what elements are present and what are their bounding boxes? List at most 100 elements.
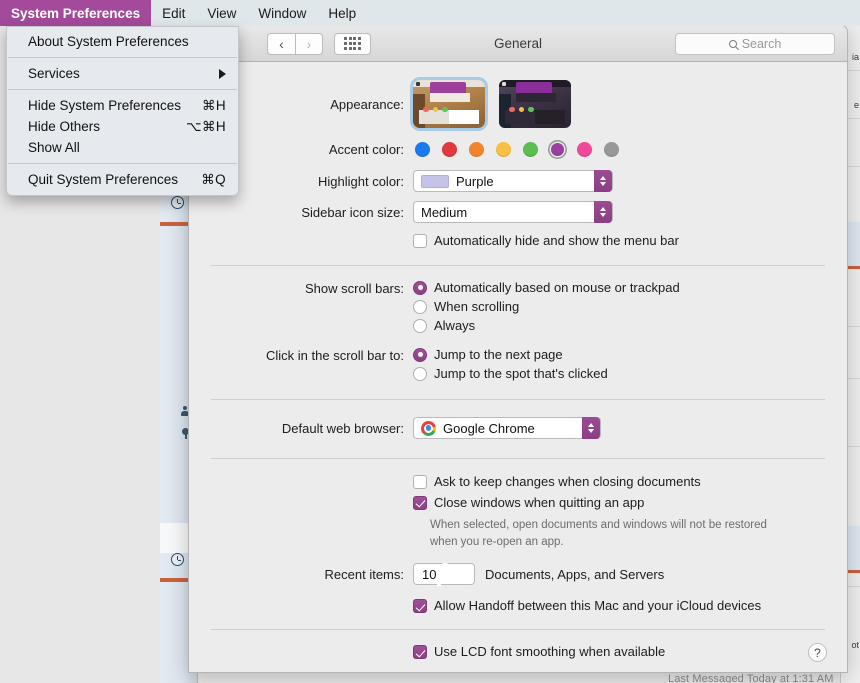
recent-items-suffix: Documents, Apps, and Servers: [485, 566, 665, 582]
chevron-updown-icon[interactable]: [594, 170, 612, 192]
show-scrollbars-option-label: Automatically based on mouse or trackpad: [434, 280, 680, 295]
default-browser-label: Default web browser:: [281, 420, 404, 436]
accent-swatch-orange[interactable]: [467, 140, 486, 159]
menu-item-hide-system-preferences[interactable]: Hide System Preferences ⌘H: [7, 95, 238, 116]
system-preferences-menu: About System Preferences Services Hide S…: [6, 26, 239, 196]
menu-item-show-all[interactable]: Show All: [7, 137, 238, 158]
accent-swatch-green[interactable]: [521, 140, 540, 159]
accent-color-label: Accent color:: [328, 142, 404, 157]
highlight-color-label: Highlight color:: [318, 173, 404, 189]
chrome-icon: [421, 420, 436, 436]
show-scrollbars-radio-group: Automatically based on mouse or trackpad…: [413, 280, 680, 333]
menubar-item-edit[interactable]: Edit: [151, 0, 196, 26]
accent-swatch-graphite[interactable]: [602, 140, 621, 159]
chevron-updown-icon[interactable]: [436, 562, 449, 586]
sidebar-icon-size-label: Sidebar icon size:: [301, 204, 404, 220]
divider: [211, 458, 825, 459]
appearance-option-light[interactable]: [413, 80, 485, 128]
close-windows-hint: When selected, open documents and window…: [430, 519, 767, 548]
accent-color-row: Accent color:: [211, 140, 825, 159]
menu-item-quit[interactable]: Quit System Preferences ⌘Q: [7, 169, 238, 190]
shortcut-label: ⌥⌘H: [185, 118, 226, 134]
menubar-item-view[interactable]: View: [196, 0, 247, 26]
radio-button: [413, 347, 427, 362]
accent-swatch-yellow[interactable]: [494, 140, 513, 159]
accent-swatch-pink[interactable]: [575, 140, 594, 159]
menubar-item-window[interactable]: Window: [247, 0, 317, 26]
accent-swatch-red[interactable]: [440, 140, 459, 159]
default-browser-row: Default web browser: Google Chrome: [211, 417, 825, 439]
menubar-item-help[interactable]: Help: [317, 0, 367, 26]
swatch-fill: [604, 142, 619, 157]
swatch-fill: [496, 142, 511, 157]
menubar-item-system-preferences[interactable]: System Preferences: [0, 0, 152, 26]
search-placeholder: Search: [741, 36, 782, 51]
shortcut-label: ⌘Q: [201, 171, 226, 187]
radio-button: [413, 280, 427, 295]
radio-button: [413, 366, 427, 381]
menu-item-hide-others[interactable]: Hide Others ⌥⌘H: [7, 116, 238, 137]
clock-icon: [171, 196, 184, 209]
handoff-checkbox[interactable]: Allow Handoff between this Mac and your …: [413, 598, 761, 614]
appearance-row: Appearance:: [211, 80, 825, 128]
show-scrollbars-option-2[interactable]: Always: [413, 318, 680, 333]
search-input[interactable]: Search: [675, 32, 835, 55]
click-scrollbar-radio-group: Jump to the next page Jump to the spot th…: [413, 347, 608, 381]
recent-items-stepper[interactable]: 10: [413, 562, 475, 586]
ask-keep-changes-checkbox[interactable]: Ask to keep changes when closing documen…: [413, 474, 701, 489]
recent-items-row: Recent items: 10 Documents, Apps, and Se…: [211, 562, 825, 586]
swatch-fill: [577, 142, 592, 157]
autohide-menubar-row: Automatically hide and show the menu bar: [211, 233, 825, 248]
autohide-menubar-checkbox[interactable]: Automatically hide and show the menu bar: [413, 233, 679, 248]
click-scrollbar-option-1[interactable]: Jump to the spot that's clicked: [413, 366, 608, 381]
swatch-fill: [523, 142, 538, 157]
window-titlebar: ‹ › General Search: [189, 26, 847, 62]
radio-button: [413, 318, 427, 333]
menu-item-about[interactable]: About System Preferences: [7, 31, 238, 52]
menu-divider: [8, 163, 237, 164]
show-scrollbars-option-label: When scrolling: [434, 299, 520, 314]
swatch-fill: [551, 143, 564, 156]
close-windows-label: Close windows when quitting an app: [434, 495, 645, 510]
close-windows-hint-row: When selected, open documents and window…: [211, 517, 825, 550]
ask-keep-changes-label: Ask to keep changes when closing documen…: [434, 474, 701, 489]
sidebar-icon-size-select[interactable]: Medium: [413, 201, 613, 223]
chevron-right-icon: [219, 68, 226, 79]
default-browser-value: Google Chrome: [443, 420, 535, 436]
sidebar-icon-size-value: Medium: [421, 204, 468, 220]
divider: [211, 629, 825, 631]
accent-color-swatches: [413, 140, 621, 159]
swatch-fill: [442, 142, 457, 157]
show-scrollbars-option-label: Always: [434, 318, 476, 333]
highlight-color-swatch: [421, 174, 449, 188]
help-button[interactable]: ?: [808, 643, 827, 662]
default-browser-select[interactable]: Google Chrome: [413, 417, 601, 439]
highlight-color-select[interactable]: Purple: [413, 170, 613, 192]
general-pane-content: Appearance: Accent color: Highlight colo…: [189, 80, 847, 660]
accent-swatch-blue[interactable]: [413, 140, 432, 159]
swatch-fill: [469, 142, 484, 157]
system-preferences-window: ‹ › General Search Appearance: Accent co…: [188, 25, 848, 673]
checkbox-box: [413, 496, 427, 510]
divider: [211, 399, 825, 400]
background-text: ot: [851, 640, 859, 650]
chevron-updown-icon[interactable]: [594, 201, 612, 223]
last-messaged-label: Last Messaged Today at 1:31 AM: [668, 673, 834, 683]
click-scrollbar-option-label: Jump to the spot that's clicked: [434, 366, 608, 381]
chevron-updown-icon[interactable]: [582, 417, 600, 439]
checkbox-box: [413, 599, 427, 614]
close-windows-checkbox[interactable]: Close windows when quitting an app: [413, 495, 644, 510]
click-scrollbar-option-label: Jump to the next page: [434, 347, 563, 362]
click-scrollbar-label: Click in the scroll bar to:: [266, 348, 404, 363]
click-scrollbar-option-0[interactable]: Jump to the next page: [413, 347, 608, 362]
menu-item-services[interactable]: Services: [7, 63, 238, 84]
lcd-smoothing-checkbox[interactable]: Use LCD font smoothing when available: [413, 644, 665, 660]
highlight-color-row: Highlight color: Purple: [211, 170, 825, 192]
autohide-menubar-label: Automatically hide and show the menu bar: [434, 233, 679, 248]
accent-swatch-purple[interactable]: [548, 140, 567, 159]
show-scrollbars-option-1[interactable]: When scrolling: [413, 299, 680, 314]
lcd-smoothing-row: Use LCD font smoothing when available: [211, 644, 825, 660]
appearance-option-dark[interactable]: [499, 80, 571, 128]
radio-button: [413, 299, 427, 314]
show-scrollbars-option-0[interactable]: Automatically based on mouse or trackpad: [413, 280, 680, 295]
